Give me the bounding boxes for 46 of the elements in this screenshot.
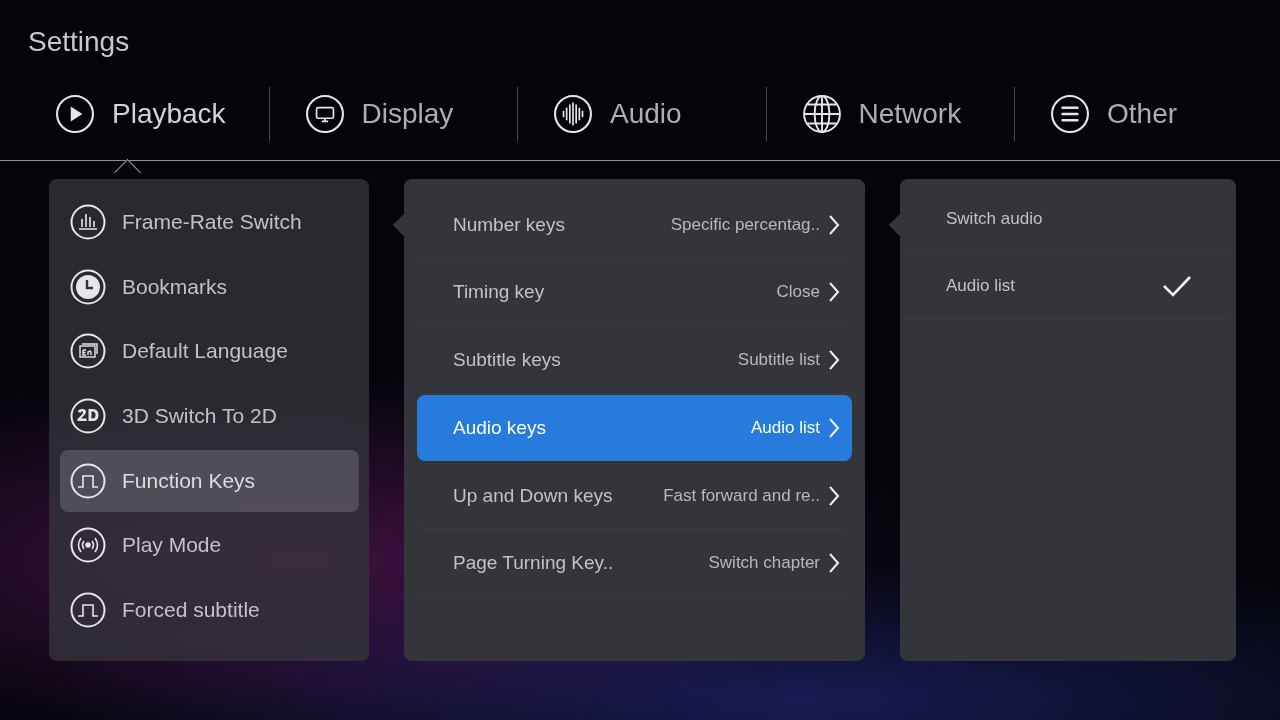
setting-value: Specific percentag.. (670, 214, 820, 235)
menu-item[interactable]: Function Keys (60, 449, 359, 512)
page-title: Settings (27, 25, 131, 59)
broadcast-icon (70, 527, 106, 564)
clock-icon (70, 268, 106, 305)
key-setting-row[interactable]: Subtitle keys Subtitle list (417, 327, 852, 394)
play-icon (56, 95, 94, 133)
key-setting-row[interactable]: Audio keys Audio list (417, 395, 852, 462)
bar-chart-icon (70, 204, 106, 240)
square-wave-icon (70, 592, 106, 629)
category-tab[interactable]: Network (765, 87, 1014, 141)
menu-item[interactable]: 3D Switch To 2D (60, 385, 359, 448)
key-setting-row[interactable]: Up and Down keys Fast forward and re.. (417, 463, 852, 530)
option-label: Audio list (946, 276, 1015, 296)
menu-icon (1051, 95, 1089, 133)
key-setting-row[interactable]: Timing key Close (417, 259, 852, 326)
setting-value: Switch chapter (708, 553, 820, 574)
language-icon (70, 333, 106, 370)
two-d-icon (70, 398, 106, 435)
chevron-right-icon (828, 213, 840, 236)
menu-item[interactable]: Default Language (60, 320, 359, 383)
option-label: Switch audio (946, 209, 1043, 229)
menu-item[interactable]: Frame-Rate Switch (60, 191, 359, 253)
monitor-icon (305, 95, 344, 133)
category-tab[interactable]: Audio (517, 87, 766, 141)
globe-icon (802, 95, 841, 133)
chevron-right-icon (828, 349, 840, 372)
setting-value: Subtitle list (737, 350, 820, 371)
setting-value: Close (776, 282, 820, 303)
chevron-right-icon (828, 416, 840, 439)
square-wave-icon (70, 462, 106, 499)
setting-value: Fast forward and re.. (663, 485, 820, 506)
chevron-right-icon (828, 552, 840, 575)
setting-value: Audio list (751, 417, 820, 438)
menu-item[interactable]: Play Mode (60, 514, 359, 577)
category-tab[interactable]: Other (1014, 87, 1263, 141)
option-row[interactable]: Audio list (900, 253, 1226, 320)
chevron-right-icon (828, 281, 840, 304)
sound-wave-icon (554, 95, 592, 133)
option-row[interactable]: Switch audio (900, 186, 1226, 253)
key-setting-row[interactable]: Number keys Specific percentag.. (417, 192, 852, 258)
menu-item[interactable]: Forced subtitle (60, 579, 359, 642)
menu-item[interactable]: Bookmarks (60, 255, 359, 318)
category-tab[interactable]: Display (268, 87, 517, 141)
chevron-right-icon (828, 484, 840, 507)
key-setting-row[interactable]: Page Turning Key.. Switch chapter (417, 531, 852, 597)
